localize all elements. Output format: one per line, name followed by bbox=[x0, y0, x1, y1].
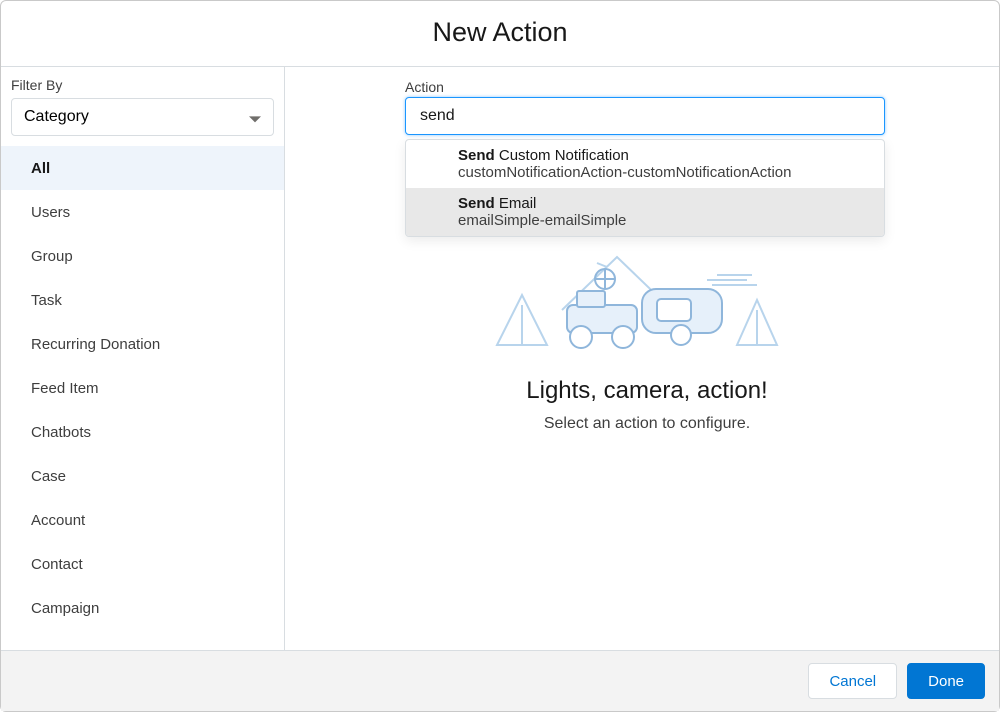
sidebar-category-item[interactable]: All bbox=[1, 146, 284, 190]
sidebar-category-item[interactable]: Group bbox=[1, 234, 284, 278]
filter-by-label: Filter By bbox=[1, 77, 284, 98]
suggestion-detail: emailSimple-emailSimple bbox=[458, 212, 874, 229]
filter-category-dropdown[interactable]: Category bbox=[11, 98, 274, 136]
sidebar-category-item[interactable]: Contact bbox=[1, 542, 284, 586]
action-search-input[interactable] bbox=[405, 97, 885, 135]
dialog-header: New Action bbox=[1, 1, 999, 67]
dialog-title: New Action bbox=[1, 17, 999, 48]
suggestion-item[interactable]: Send Custom NotificationcustomNotificati… bbox=[406, 140, 884, 188]
chevron-down-icon bbox=[249, 111, 261, 123]
suggestion-title: Send Email bbox=[458, 195, 874, 212]
dialog-body: Filter By Category AllUsersGroupTaskRecu… bbox=[1, 67, 999, 650]
filter-category-value: Category bbox=[24, 108, 89, 126]
action-suggestions-dropdown: Send Custom NotificationcustomNotificati… bbox=[405, 139, 885, 237]
suggestion-detail: customNotificationAction-customNotificat… bbox=[458, 164, 874, 181]
sidebar-category-item[interactable]: Account bbox=[1, 498, 284, 542]
sidebar-category-item[interactable]: Chatbots bbox=[1, 410, 284, 454]
sidebar-category-item[interactable]: Recurring Donation bbox=[1, 322, 284, 366]
camping-illustration bbox=[467, 245, 827, 355]
sidebar-category-item[interactable]: Campaign bbox=[1, 586, 284, 630]
action-field-label: Action bbox=[405, 79, 889, 95]
sidebar-category-item[interactable]: Case bbox=[1, 454, 284, 498]
empty-state: Lights, camera, action! Select an action… bbox=[405, 245, 889, 433]
main-panel: Action Send Custom NotificationcustomNot… bbox=[285, 67, 999, 650]
suggestion-item[interactable]: Send EmailemailSimple-emailSimple bbox=[406, 188, 884, 236]
dialog-footer: Cancel Done bbox=[1, 650, 999, 711]
suggestion-title: Send Custom Notification bbox=[458, 147, 874, 164]
sidebar-category-item[interactable]: Task bbox=[1, 278, 284, 322]
category-list: AllUsersGroupTaskRecurring DonationFeed … bbox=[1, 146, 284, 630]
sidebar-category-item[interactable]: Feed Item bbox=[1, 366, 284, 410]
empty-state-subline: Select an action to configure. bbox=[544, 415, 750, 433]
sidebar-category-item[interactable]: Users bbox=[1, 190, 284, 234]
sidebar: Filter By Category AllUsersGroupTaskRecu… bbox=[1, 67, 285, 650]
cancel-button[interactable]: Cancel bbox=[808, 663, 897, 699]
done-button[interactable]: Done bbox=[907, 663, 985, 699]
empty-state-headline: Lights, camera, action! bbox=[526, 377, 767, 405]
